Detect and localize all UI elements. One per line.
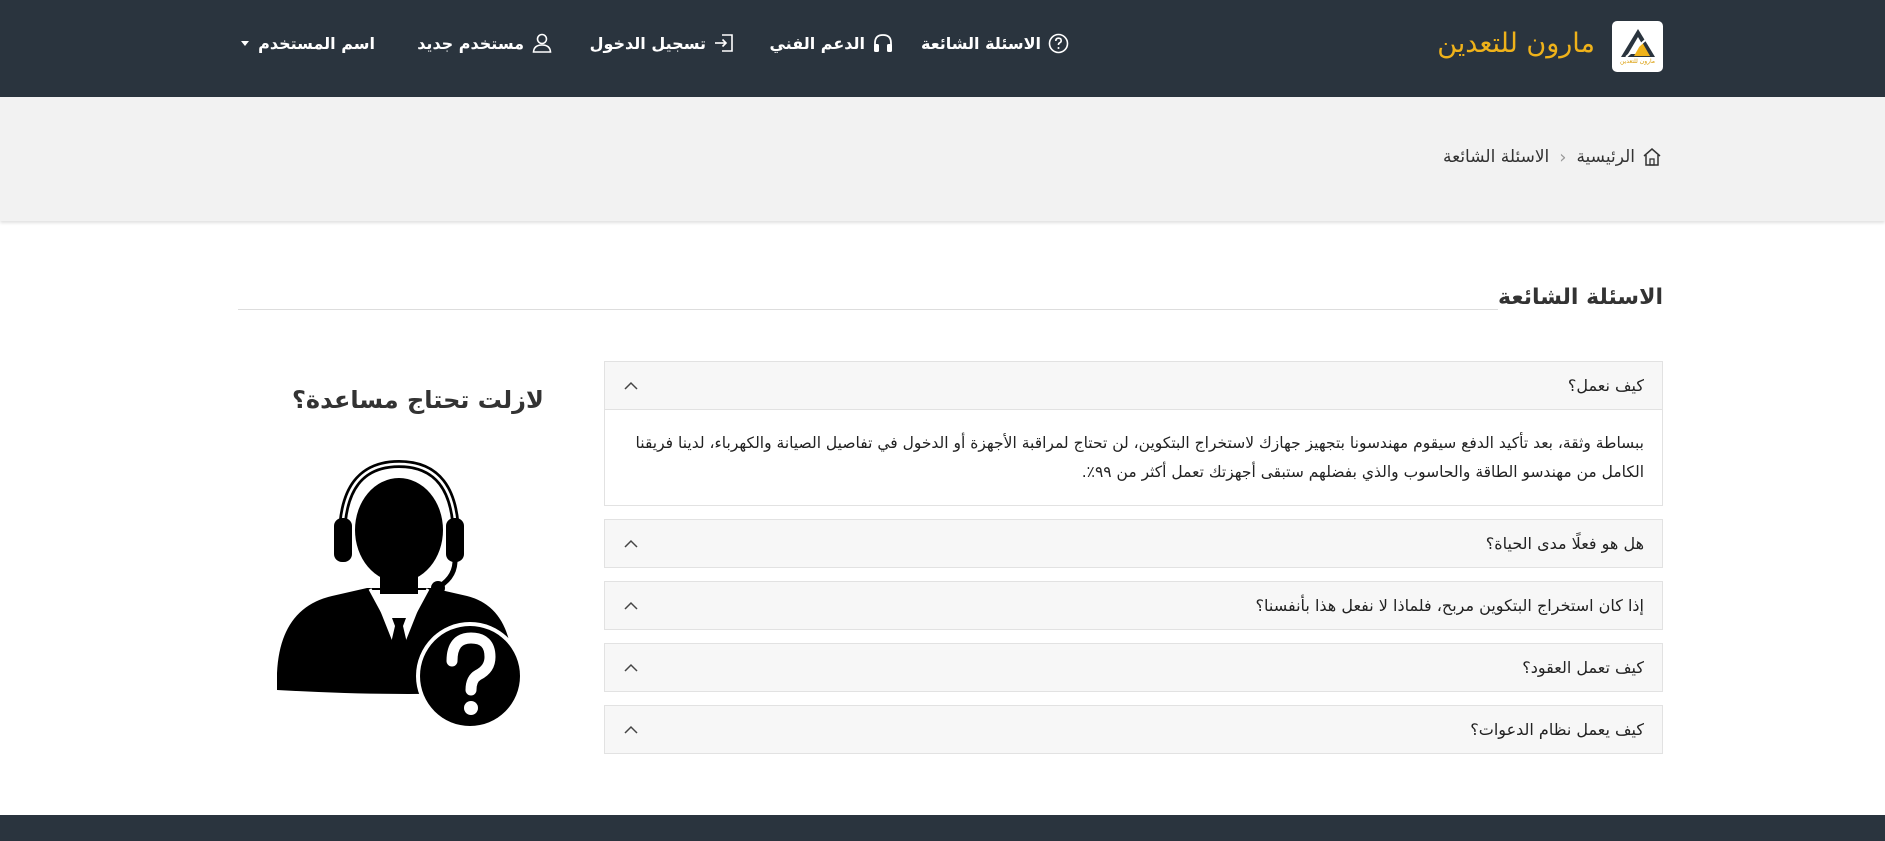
faq-question: كيف نعمل؟	[1567, 376, 1644, 395]
faq-question: هل هو فعلًا مدى الحياة؟	[1485, 534, 1644, 553]
faq-question-toggle[interactable]: هل هو فعلًا مدى الحياة؟	[604, 519, 1663, 568]
logo-mark-icon	[1620, 29, 1655, 58]
question-circle-icon	[1048, 33, 1069, 53]
breadcrumb-home[interactable]: الرئيسية	[1576, 146, 1663, 168]
brand-name[interactable]: مارون للتعدين	[1437, 22, 1595, 66]
faq-accordion: كيف نعمل؟ ببساطة وثقة، بعد تأكيد الدفع س…	[604, 361, 1663, 767]
nav-faq-label: الاسئلة الشائعة	[921, 33, 1041, 53]
faq-question: إذا كان استخراج البتكوين مربح، فلماذا لا…	[1255, 596, 1644, 615]
chevron-up-icon	[624, 725, 638, 734]
logo[interactable]: مارون للتعدين	[1612, 21, 1663, 72]
breadcrumb-home-label: الرئيسية	[1576, 147, 1635, 167]
faq-question-toggle[interactable]: إذا كان استخراج البتكوين مربح، فلماذا لا…	[604, 581, 1663, 630]
faq-item: كيف تعمل العقود؟	[604, 643, 1663, 692]
faq-question: كيف تعمل العقود؟	[1522, 658, 1644, 677]
faq-item: هل هو فعلًا مدى الحياة؟	[604, 519, 1663, 568]
breadcrumb: الرئيسية ‹ الاسئلة الشائعة	[1443, 145, 1663, 169]
nav-support-label: الدعم الفني	[769, 33, 865, 53]
faq-answer: ببساطة وثقة، بعد تأكيد الدفع سيقوم مهندس…	[604, 410, 1663, 506]
login-icon	[715, 34, 733, 52]
user-menu-dropdown[interactable]: اسم المستخدم	[241, 28, 375, 58]
nav-login-label: تسجيل الدخول	[589, 33, 706, 53]
breadcrumb-band: الرئيسية ‹ الاسئلة الشائعة	[0, 97, 1885, 221]
support-agent-question-icon	[277, 459, 524, 730]
faq-item: كيف نعمل؟ ببساطة وثقة، بعد تأكيد الدفع س…	[604, 361, 1663, 506]
nav-support[interactable]: الدعم الفني	[769, 28, 894, 58]
chevron-up-icon	[624, 539, 638, 548]
nav-register[interactable]: مستخدم جديد	[417, 28, 553, 58]
faq-question-toggle[interactable]: كيف نعمل؟	[604, 361, 1663, 410]
top-navbar: مارون للتعدين مارون للتعدين الاسئلة الشا…	[0, 0, 1885, 97]
faq-question: كيف يعمل نظام الدعوات؟	[1470, 720, 1644, 739]
support-agent-illustration	[272, 458, 532, 730]
logo-caption: مارون للتعدين	[1619, 58, 1656, 65]
faq-item: إذا كان استخراج البتكوين مربح، فلماذا لا…	[604, 581, 1663, 630]
breadcrumb-separator-icon: ‹	[1559, 146, 1567, 168]
title-divider	[238, 309, 1498, 310]
help-heading: لازلت تحتاج مساعدة؟	[292, 386, 544, 414]
home-icon	[1643, 148, 1661, 166]
user-icon	[532, 33, 552, 53]
nav-faq[interactable]: الاسئلة الشائعة	[921, 28, 1069, 58]
headphones-icon	[874, 34, 892, 52]
nav-login[interactable]: تسجيل الدخول	[590, 28, 735, 58]
chevron-up-icon	[624, 381, 638, 390]
faq-question-toggle[interactable]: كيف تعمل العقود؟	[604, 643, 1663, 692]
page-title: الاسئلة الشائعة	[1498, 285, 1663, 310]
footer	[0, 815, 1885, 841]
user-menu-label: اسم المستخدم	[258, 33, 375, 53]
caret-down-icon	[241, 40, 250, 46]
faq-question-toggle[interactable]: كيف يعمل نظام الدعوات؟	[604, 705, 1663, 754]
nav-register-label: مستخدم جديد	[417, 33, 524, 53]
breadcrumb-current: الاسئلة الشائعة	[1443, 147, 1550, 167]
chevron-up-icon	[624, 663, 638, 672]
chevron-up-icon	[624, 601, 638, 610]
faq-item: كيف يعمل نظام الدعوات؟	[604, 705, 1663, 754]
